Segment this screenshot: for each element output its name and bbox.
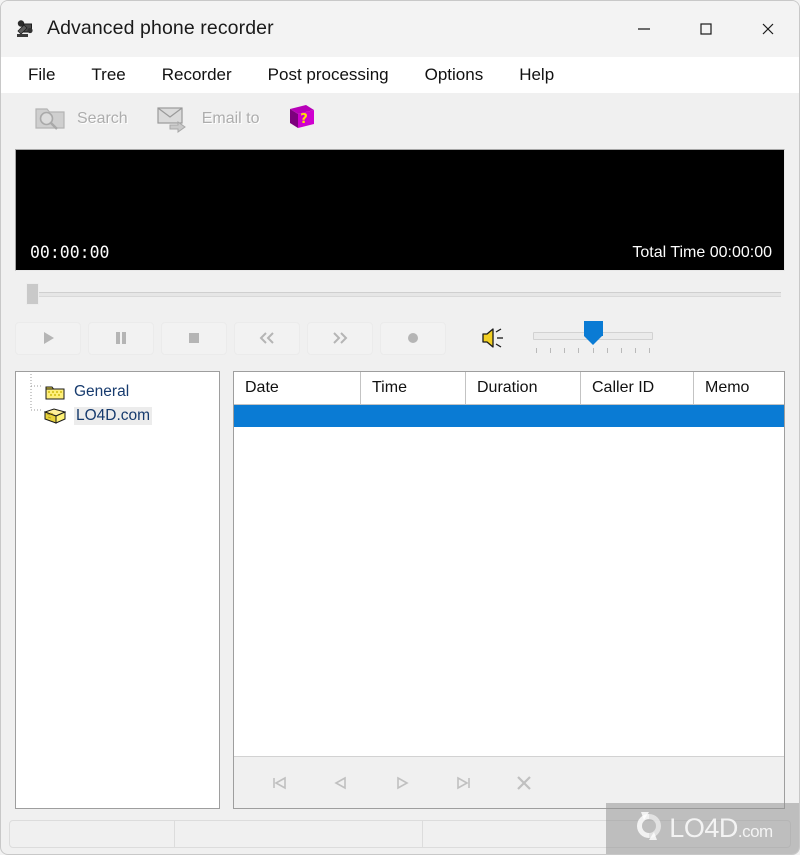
status-pane-2 bbox=[175, 821, 423, 847]
record-navigator bbox=[234, 756, 784, 808]
volume-slider-thumb[interactable] bbox=[584, 321, 603, 345]
envelope-arrow-icon bbox=[156, 102, 196, 136]
folder-tree-panel[interactable]: General LO4D.com bbox=[15, 371, 220, 809]
column-header-caller-id[interactable]: Caller ID bbox=[581, 372, 694, 404]
close-button[interactable] bbox=[737, 1, 799, 57]
play-button[interactable] bbox=[15, 321, 81, 355]
rewind-button[interactable] bbox=[234, 321, 300, 355]
delete-record-button[interactable] bbox=[504, 766, 544, 800]
first-record-button[interactable] bbox=[260, 766, 300, 800]
closed-folder-icon bbox=[44, 383, 66, 401]
call-list-body[interactable] bbox=[234, 405, 784, 756]
email-to-button[interactable]: Email to bbox=[150, 99, 266, 139]
playback-display-panel: 00:00:00 Total Time 00:00:00 bbox=[15, 149, 785, 271]
status-bar bbox=[9, 820, 791, 848]
next-record-button[interactable] bbox=[382, 766, 422, 800]
fast-forward-button[interactable] bbox=[307, 321, 373, 355]
search-button-label: Search bbox=[77, 110, 128, 127]
transport-controls bbox=[15, 315, 785, 361]
menu-item-tree[interactable]: Tree bbox=[78, 63, 138, 87]
seek-slider-track[interactable] bbox=[27, 292, 781, 297]
menu-item-post-processing[interactable]: Post processing bbox=[255, 63, 402, 87]
call-list-header: Date Time Duration Caller ID Memo bbox=[234, 372, 784, 405]
column-header-date[interactable]: Date bbox=[234, 372, 361, 404]
minimize-button[interactable] bbox=[613, 1, 675, 57]
stop-button[interactable] bbox=[161, 321, 227, 355]
volume-slider-ticks bbox=[533, 348, 653, 353]
help-book-button[interactable]: ? bbox=[282, 99, 320, 140]
status-pane-3 bbox=[423, 821, 790, 847]
record-button[interactable] bbox=[380, 321, 446, 355]
window-title: Advanced phone recorder bbox=[47, 17, 274, 39]
open-folder-icon bbox=[43, 407, 67, 425]
main-content: General LO4D.com Date Time Duration Call… bbox=[15, 371, 785, 809]
seek-slider[interactable] bbox=[15, 281, 785, 307]
svg-text:?: ? bbox=[300, 112, 308, 127]
window-controls bbox=[613, 1, 799, 57]
lcd-screen: 00:00:00 Total Time 00:00:00 bbox=[16, 150, 784, 270]
email-to-button-label: Email to bbox=[201, 110, 260, 127]
previous-record-button[interactable] bbox=[321, 766, 361, 800]
current-time-readout: 00:00:00 bbox=[30, 243, 110, 262]
pause-button[interactable] bbox=[88, 321, 154, 355]
menu-item-recorder[interactable]: Recorder bbox=[149, 63, 245, 87]
column-header-duration[interactable]: Duration bbox=[466, 372, 581, 404]
application-window: Advanced phone recorder File Tree Record… bbox=[0, 0, 800, 855]
total-time-readout: Total Time 00:00:00 bbox=[632, 244, 772, 261]
title-bar: Advanced phone recorder bbox=[1, 1, 799, 57]
menu-bar: File Tree Recorder Post processing Optio… bbox=[1, 57, 799, 93]
seek-slider-thumb[interactable] bbox=[26, 283, 39, 305]
menu-item-help[interactable]: Help bbox=[506, 63, 567, 87]
toolbar: Search Email to ? bbox=[1, 93, 799, 145]
table-row[interactable] bbox=[234, 405, 784, 427]
column-header-memo[interactable]: Memo bbox=[694, 372, 784, 404]
call-list-panel: Date Time Duration Caller ID Memo bbox=[233, 371, 785, 809]
folder-search-icon bbox=[31, 102, 71, 136]
volume-control bbox=[479, 318, 653, 358]
column-header-time[interactable]: Time bbox=[361, 372, 466, 404]
tree-node-lo4d-label: LO4D.com bbox=[74, 407, 153, 425]
menu-item-file[interactable]: File bbox=[15, 63, 68, 87]
tree-node-lo4d[interactable]: LO4D.com bbox=[16, 404, 219, 428]
menu-item-options[interactable]: Options bbox=[412, 63, 497, 87]
speaker-icon bbox=[479, 323, 513, 353]
tree-node-general-label: General bbox=[74, 383, 130, 400]
tree-node-general[interactable]: General bbox=[16, 380, 219, 404]
volume-slider[interactable] bbox=[533, 318, 653, 358]
phone-recorder-icon bbox=[15, 18, 37, 40]
status-pane-1 bbox=[10, 821, 175, 847]
search-button[interactable]: Search bbox=[25, 99, 134, 139]
maximize-button[interactable] bbox=[675, 1, 737, 57]
help-book-icon: ? bbox=[284, 104, 318, 137]
last-record-button[interactable] bbox=[443, 766, 483, 800]
